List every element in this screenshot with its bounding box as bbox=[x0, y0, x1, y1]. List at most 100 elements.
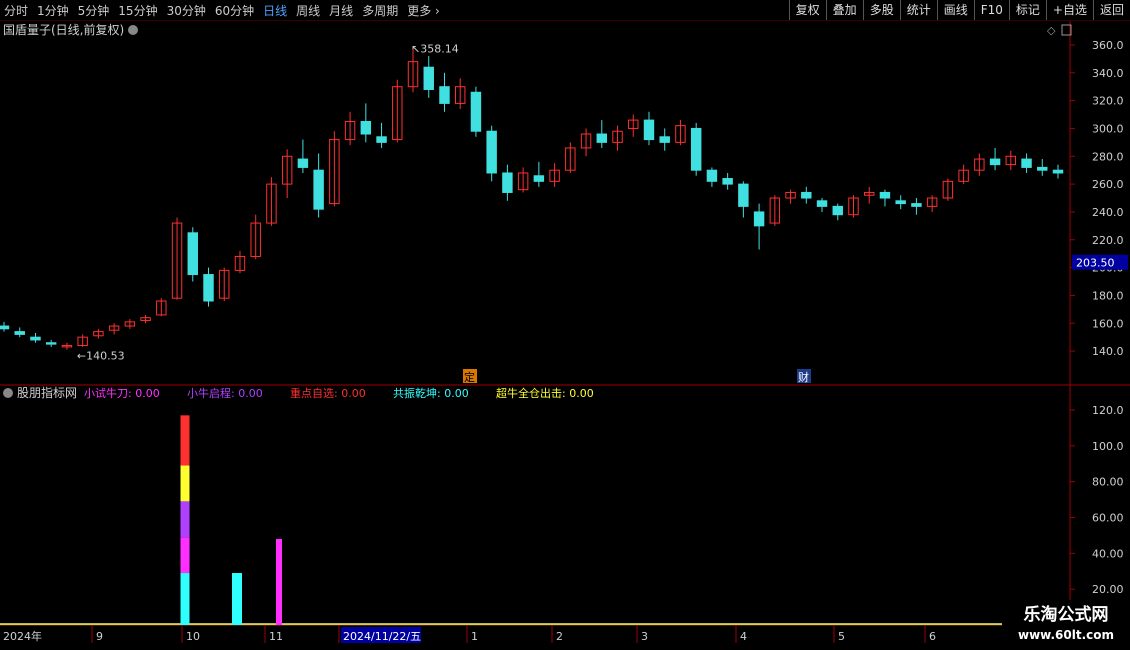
toolbar-button-8[interactable]: 返回 bbox=[1092, 0, 1130, 20]
candle-body bbox=[738, 183, 749, 207]
candle-body bbox=[1021, 158, 1032, 168]
x-axis-label: 5 bbox=[838, 630, 845, 643]
x-axis-label: 4 bbox=[740, 630, 747, 643]
top-toolbar: 分时 1分钟 5分钟 15分钟 30分钟 60分钟 日线 周线 月线 多周期 更多 › 复权 叠加 多股… bbox=[0, 0, 1130, 21]
candle-body bbox=[187, 232, 198, 276]
candle-body bbox=[203, 274, 214, 302]
indicator-item-label: 小牛启程: 0.00 bbox=[187, 386, 263, 400]
toolbar-button-0[interactable]: 复权 bbox=[788, 0, 826, 20]
candle-body bbox=[706, 169, 718, 182]
candle-body bbox=[439, 86, 450, 104]
indicator-item-label: 小试牛刀: 0.00 bbox=[84, 386, 160, 400]
period-tab-7[interactable]: 周线 bbox=[296, 2, 320, 19]
site-watermark: 乐淘公式网 www.60lt.com bbox=[1002, 600, 1130, 650]
candle-body bbox=[486, 130, 497, 174]
candle-body bbox=[502, 172, 513, 193]
signal-bar-segment bbox=[180, 501, 190, 538]
price-tick-label: 300.0 bbox=[1092, 122, 1124, 135]
period-tab-1[interactable]: 1分钟 bbox=[37, 2, 69, 19]
period-tab-6[interactable]: 日线 bbox=[263, 2, 287, 19]
indicator-tick-label: 40.00 bbox=[1092, 547, 1124, 560]
current-price-tag: 203.50 bbox=[1076, 257, 1115, 270]
toolbar-button-2[interactable]: 多股 bbox=[862, 0, 900, 20]
diamond-icon: ◇ bbox=[1047, 24, 1056, 37]
toolbar-button-5[interactable]: F10 bbox=[973, 0, 1009, 20]
candle-body bbox=[360, 120, 372, 135]
event-marker: 定 bbox=[464, 370, 475, 384]
indicator-item-label: 共振乾坤: 0.00 bbox=[393, 386, 469, 400]
x-axis-label: 11 bbox=[269, 630, 283, 643]
candle-body bbox=[313, 169, 324, 210]
high-price-label: ↖358.14 bbox=[411, 43, 459, 56]
toolbar-buttons: 复权 叠加 多股 统计 画线 F10 标记 +自选 返回 bbox=[788, 0, 1130, 20]
signal-bar-segment bbox=[232, 573, 242, 625]
signal-bar-segment bbox=[276, 538, 282, 625]
period-tab-3[interactable]: 15分钟 bbox=[118, 2, 157, 19]
watermark-url: www.60lt.com bbox=[1017, 628, 1115, 642]
candle-body bbox=[832, 205, 843, 216]
signal-bar-segment bbox=[180, 537, 190, 574]
candle-body bbox=[596, 133, 608, 143]
period-tab-8[interactable]: 月线 bbox=[329, 2, 353, 19]
candle-body bbox=[879, 191, 891, 199]
price-tick-label: 340.0 bbox=[1092, 67, 1124, 80]
x-axis-label: 6 bbox=[929, 630, 936, 643]
candle-body bbox=[643, 119, 655, 141]
title-dropdown-icon bbox=[128, 25, 138, 35]
indicator-dropdown-icon bbox=[3, 388, 13, 398]
x-axis-label: 3 bbox=[641, 630, 648, 643]
period-tab-9[interactable]: 多周期 bbox=[362, 2, 398, 19]
candle-body bbox=[1052, 169, 1064, 174]
candle-body bbox=[533, 175, 545, 182]
toolbar-button-1[interactable]: 叠加 bbox=[825, 0, 863, 20]
toolbar-button-7[interactable]: +自选 bbox=[1045, 0, 1093, 20]
candle-body bbox=[297, 158, 309, 168]
indicator-title: 股朋指标网 bbox=[17, 385, 77, 400]
candle-body bbox=[376, 136, 387, 143]
indicator-item-label: 重点自选: 0.00 bbox=[290, 386, 366, 400]
indicator-tick-label: 20.00 bbox=[1092, 583, 1124, 596]
indicator-tick-label: 120.0 bbox=[1092, 404, 1124, 417]
candle-body bbox=[989, 158, 1001, 166]
candle-body bbox=[911, 203, 922, 207]
indicator-tick-label: 100.0 bbox=[1092, 440, 1124, 453]
candle-body bbox=[895, 200, 906, 205]
period-tabs: 分时 1分钟 5分钟 15分钟 30分钟 60分钟 日线 周线 月线 多周期 更多 › bbox=[4, 0, 449, 20]
candle-body bbox=[14, 331, 25, 335]
stock-chart[interactable]: 国盾量子(日线,前复权) ◇360.0340.0320.0300.0280.026… bbox=[0, 21, 1130, 650]
candle-body bbox=[753, 211, 765, 227]
indicator-tick-label: 80.00 bbox=[1092, 476, 1124, 489]
candle-body bbox=[722, 178, 733, 185]
toolbar-button-6[interactable]: 标记 bbox=[1008, 0, 1046, 20]
low-price-label: ←140.53 bbox=[77, 350, 125, 363]
indicator-tick-label: 60.00 bbox=[1092, 511, 1124, 524]
candle-body bbox=[659, 136, 670, 143]
period-tab-4[interactable]: 30分钟 bbox=[167, 2, 206, 19]
price-tick-label: 160.0 bbox=[1092, 317, 1124, 330]
signal-bar-segment bbox=[180, 465, 190, 502]
price-tick-label: 320.0 bbox=[1092, 95, 1124, 108]
x-axis-label: 10 bbox=[186, 630, 200, 643]
candle-body bbox=[1037, 166, 1048, 171]
candle-body bbox=[45, 342, 57, 345]
candle-body bbox=[816, 200, 828, 207]
x-axis-label: 9 bbox=[96, 630, 103, 643]
price-tick-label: 240.0 bbox=[1092, 206, 1124, 219]
main-panel-title: 国盾量子(日线,前复权) bbox=[3, 22, 124, 37]
signal-bar-segment bbox=[180, 415, 190, 466]
signal-bar-segment bbox=[180, 573, 190, 625]
watermark-title: 乐淘公式网 bbox=[1023, 605, 1109, 625]
toolbar-button-3[interactable]: 统计 bbox=[899, 0, 937, 20]
price-tick-label: 180.0 bbox=[1092, 289, 1124, 302]
toolbar-button-4[interactable]: 画线 bbox=[936, 0, 974, 20]
period-tab-0[interactable]: 分时 bbox=[4, 2, 28, 19]
x-axis-label: 1 bbox=[471, 630, 478, 643]
period-tab-2[interactable]: 5分钟 bbox=[78, 2, 110, 19]
price-tick-label: 360.0 bbox=[1092, 39, 1124, 52]
period-tab-10[interactable]: 更多 › bbox=[407, 2, 440, 19]
candle-body bbox=[423, 66, 434, 90]
candle-body bbox=[470, 91, 482, 132]
price-tick-label: 260.0 bbox=[1092, 178, 1124, 191]
event-marker: 财 bbox=[798, 370, 809, 384]
period-tab-5[interactable]: 60分钟 bbox=[215, 2, 254, 19]
